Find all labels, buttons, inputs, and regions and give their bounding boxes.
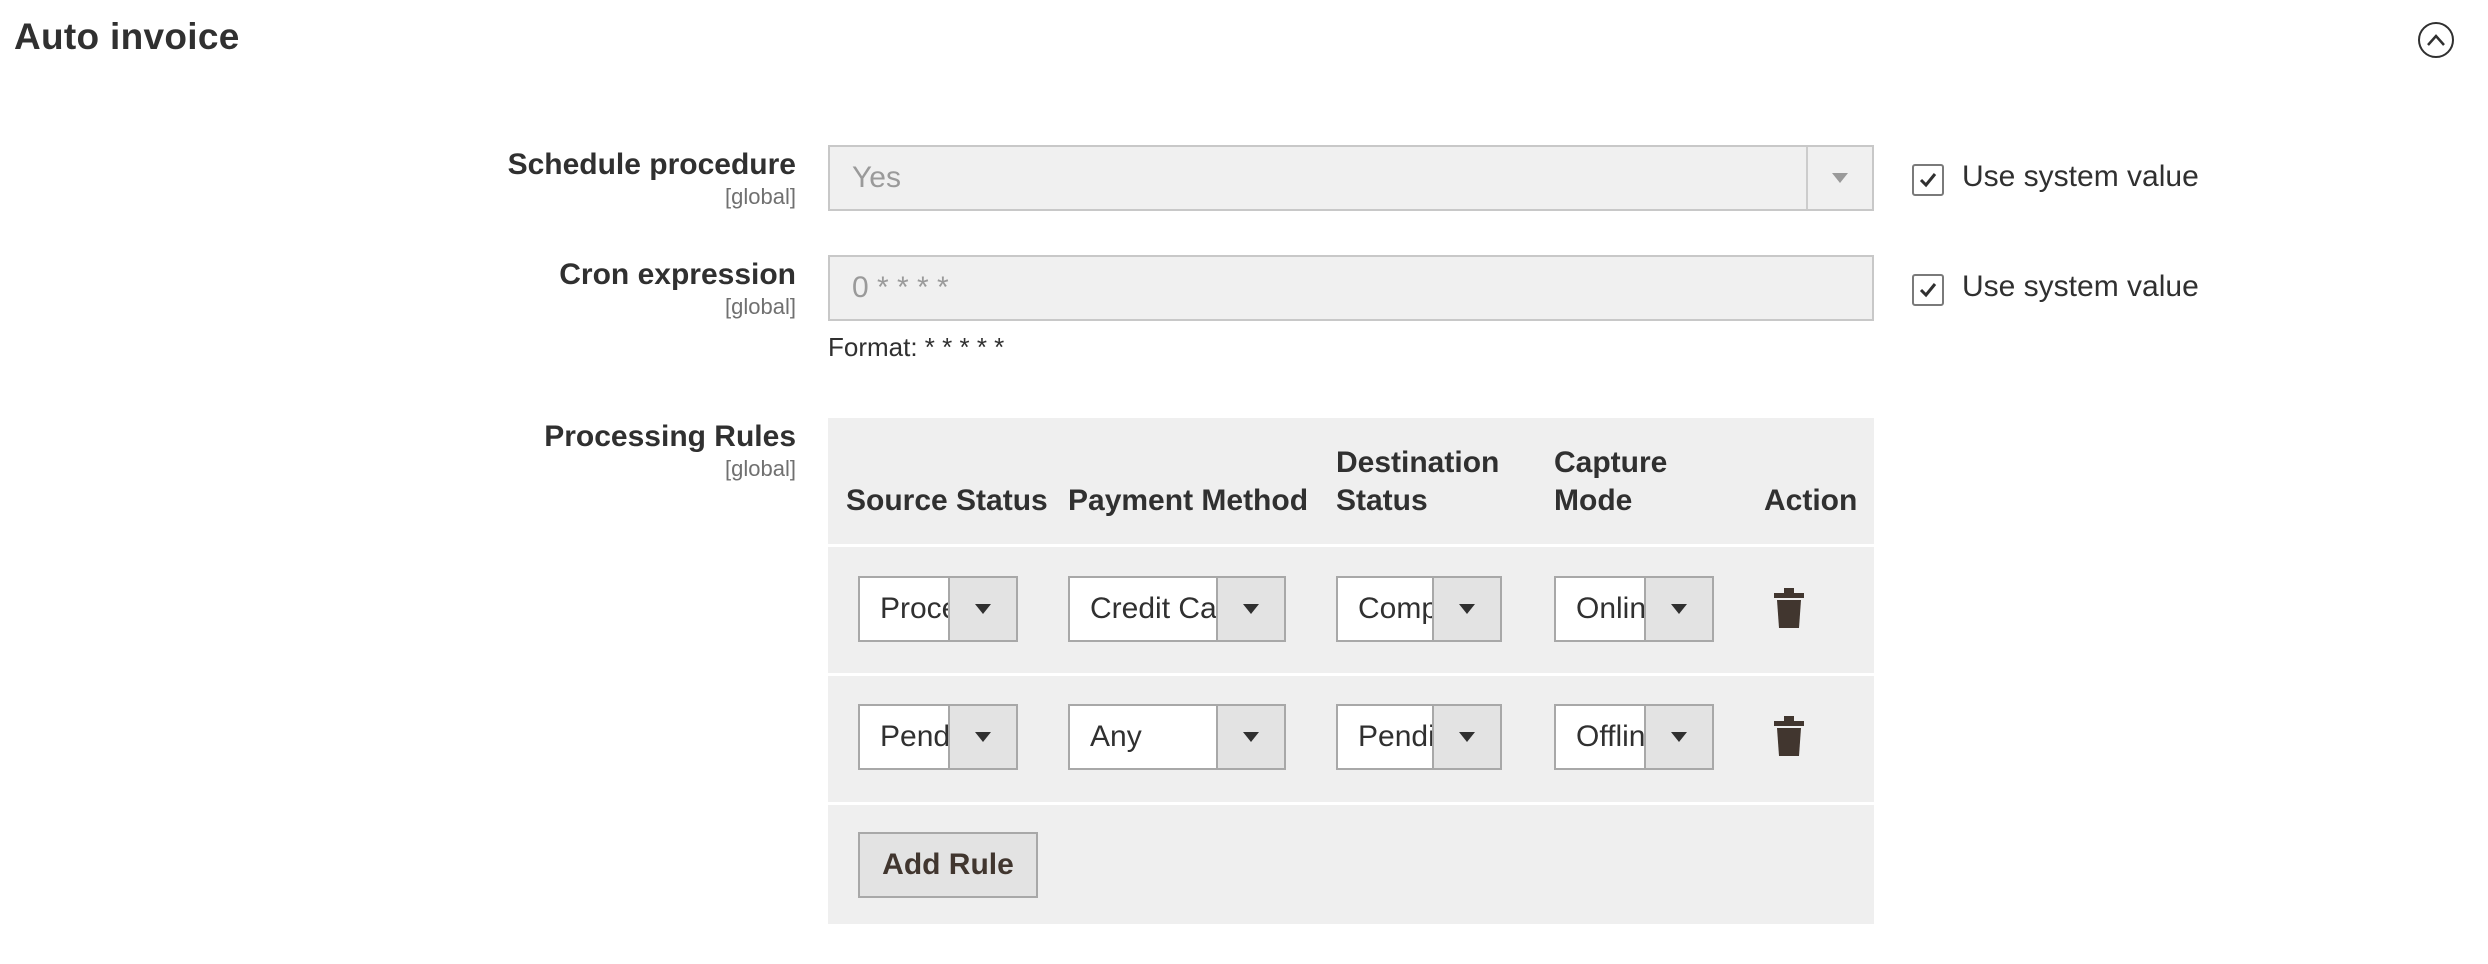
trash-icon[interactable] [1774, 716, 1804, 756]
checkmark-icon [1919, 173, 1937, 188]
row-divider [828, 802, 1874, 805]
column-header-capture-line1: Capture [1554, 446, 1668, 479]
processing-rules-scope: [global] [725, 456, 796, 481]
chevron-down-icon[interactable] [1216, 578, 1284, 640]
column-header-payment-method: Payment Method [1068, 484, 1309, 517]
cron-expression-input[interactable]: 0 * * * * [828, 255, 1874, 321]
processing-rules-label: Processing Rules [544, 420, 796, 453]
select-divider [1806, 147, 1808, 209]
chevron-down-icon[interactable] [948, 578, 1016, 640]
chevron-down-icon[interactable] [1432, 706, 1500, 768]
column-header-destination-line1: Destination [1336, 446, 1500, 479]
column-header-source-status: Source Status [846, 484, 1048, 517]
cron-expression-value: 0 * * * * [852, 271, 949, 304]
schedule-procedure-select[interactable]: Yes [828, 145, 1874, 211]
destination-status-select[interactable]: Pending [1336, 704, 1502, 770]
payment-method-select[interactable]: Any [1068, 704, 1286, 770]
cron-expression-label: Cron expression [559, 258, 796, 291]
schedule-use-system-checkbox[interactable] [1912, 164, 1944, 196]
schedule-use-system-label[interactable]: Use system value [1962, 160, 2199, 194]
row-divider [828, 544, 1874, 547]
column-header-capture-mode: Capture Mode [1554, 444, 1667, 520]
schedule-procedure-scope: [global] [725, 184, 796, 209]
capture-mode-select[interactable]: Offline [1554, 704, 1714, 770]
chevron-down-icon[interactable] [1644, 578, 1712, 640]
capture-mode-select[interactable]: Online [1554, 576, 1714, 642]
row-divider [828, 673, 1874, 676]
source-status-select[interactable]: Processing [858, 576, 1018, 642]
schedule-procedure-label: Schedule procedure [507, 148, 796, 181]
section-title: Auto invoice [14, 16, 240, 57]
cron-use-system-label[interactable]: Use system value [1962, 270, 2199, 304]
chevron-down-icon[interactable] [1644, 706, 1712, 768]
chevron-down-icon[interactable] [948, 706, 1016, 768]
checkmark-icon [1919, 283, 1937, 298]
chevron-up-icon [2427, 34, 2445, 46]
column-header-action: Action [1764, 484, 1858, 517]
source-status-select[interactable]: Pending [858, 704, 1018, 770]
payment-method-value: Any [1090, 720, 1142, 753]
payment-method-select[interactable]: Credit Card [1068, 576, 1286, 642]
chevron-down-icon [1832, 173, 1848, 183]
cron-use-system-checkbox[interactable] [1912, 274, 1944, 306]
add-rule-button[interactable]: Add Rule [858, 832, 1038, 898]
column-header-destination-line2: Status [1336, 484, 1428, 517]
trash-icon[interactable] [1774, 588, 1804, 628]
column-header-capture-line2: Mode [1554, 484, 1633, 517]
collapse-section-button[interactable] [2418, 22, 2454, 58]
chevron-down-icon[interactable] [1216, 706, 1284, 768]
schedule-procedure-value: Yes [852, 161, 901, 194]
cron-expression-scope: [global] [725, 294, 796, 319]
cron-format-note: Format: * * * * * [828, 332, 1005, 362]
processing-rules-grid: Source Status Payment Method Destination… [828, 418, 1874, 924]
column-header-destination-status: Destination Status [1336, 444, 1499, 520]
destination-status-select[interactable]: Complete [1336, 576, 1502, 642]
chevron-down-icon[interactable] [1432, 578, 1500, 640]
